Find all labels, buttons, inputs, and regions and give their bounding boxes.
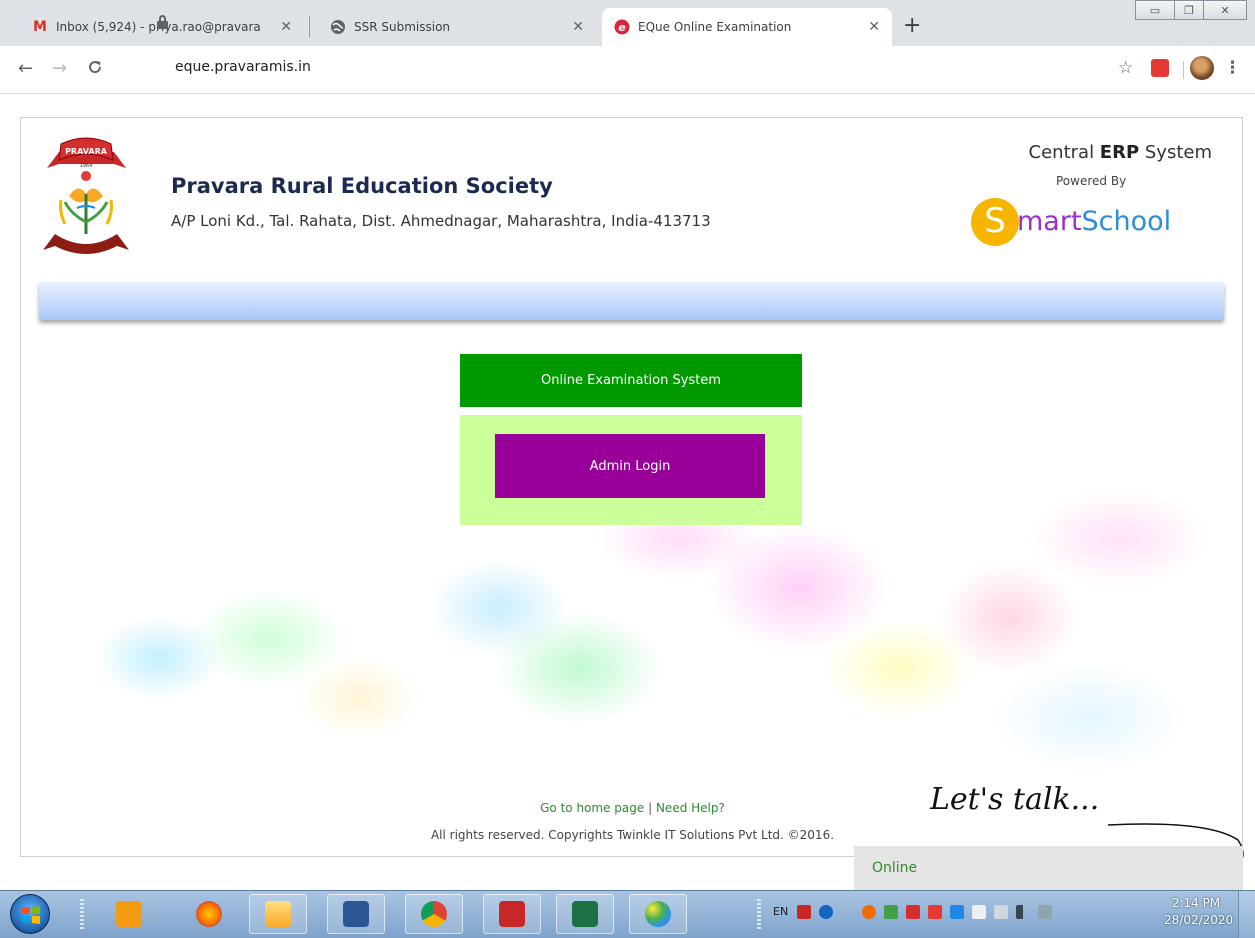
restore-window-icon[interactable]: ❐ (1174, 0, 1204, 20)
pravara-logo: PRAVARA 1964 (39, 134, 134, 256)
organization-name: Pravara Rural Education Society (171, 174, 553, 198)
media-player-taskbar-icon[interactable] (100, 894, 158, 934)
erp-prefix: Central (1028, 142, 1100, 163)
online-examination-system-header: Online Examination System (460, 354, 802, 407)
browser-tabstrip: M Inbox (5,924) - priya.rao@pravara ✕ SS… (0, 0, 1255, 46)
tab-eque-online-examination[interactable]: e EQue Online Examination ✕ (602, 8, 892, 46)
checkmark-tray-icon[interactable] (884, 905, 898, 919)
minimize-window-icon[interactable]: ▭ (1135, 0, 1175, 20)
signal-tray-icon[interactable] (1016, 905, 1030, 919)
tab-separator (309, 16, 310, 38)
reload-icon[interactable] (86, 58, 104, 82)
menu-kebab-icon[interactable]: ⋮ (1224, 58, 1241, 78)
antivirus-tray-icon[interactable] (928, 905, 942, 919)
show-desktop-button[interactable] (1238, 891, 1255, 938)
tab-ssr-submission[interactable]: SSR Submission ✕ (318, 8, 596, 46)
word-taskbar-icon[interactable] (327, 894, 385, 934)
tray-grip (757, 899, 761, 931)
globe-icon (330, 19, 346, 35)
smartschool-logo-text: martSchool (1017, 206, 1171, 237)
start-button-icon[interactable] (10, 894, 50, 934)
admin-login-button[interactable]: Admin Login (495, 434, 765, 498)
chat-status-text: Online (872, 860, 918, 876)
windows-taskbar: EN 2:14 PM 28/02/2020 (0, 890, 1255, 938)
taskbar-clock[interactable]: 2:14 PM 28/02/2020 (1164, 895, 1234, 929)
chat-status-bar[interactable]: Online (854, 846, 1243, 890)
chrome-taskbar-icon[interactable] (405, 894, 463, 934)
clock-date: 28/02/2020 (1164, 913, 1234, 927)
close-window-icon[interactable]: ✕ (1203, 0, 1247, 20)
footer-separator: | (648, 801, 653, 815)
smartschool-logo-s: S (971, 198, 1019, 246)
explorer-taskbar-icon[interactable] (249, 894, 307, 934)
paint-taskbar-icon[interactable] (629, 894, 687, 934)
logo-ribbon-text: PRAVARA (65, 147, 108, 156)
tab-title: SSR Submission (354, 20, 451, 34)
excel-taskbar-icon[interactable] (556, 894, 614, 934)
page-container: PRAVARA 1964 Pravara Rural Education Soc… (20, 117, 1243, 857)
lock-icon (157, 15, 168, 29)
back-arrow-icon[interactable]: ← (18, 58, 33, 80)
close-tab-icon[interactable]: ✕ (280, 19, 292, 35)
close-tab-icon[interactable]: ✕ (868, 19, 880, 35)
brand-school: School (1081, 206, 1172, 237)
forward-arrow-icon[interactable]: → (52, 58, 67, 80)
security-shield-tray-icon[interactable] (906, 905, 920, 919)
extension-icon[interactable] (1151, 59, 1169, 77)
help-tray-icon[interactable] (819, 905, 833, 919)
svg-text:e: e (618, 21, 626, 34)
url-text[interactable]: eque.pravaramis.in (175, 59, 311, 75)
gmail-icon: M (33, 19, 47, 35)
language-indicator[interactable]: EN (773, 905, 788, 918)
toolbar-divider (1183, 61, 1184, 79)
volume-muted-tray-icon[interactable] (1038, 905, 1052, 919)
watercolor-background (39, 338, 1229, 838)
new-tab-button[interactable]: + (903, 14, 921, 38)
close-tab-icon[interactable]: ✕ (572, 19, 584, 35)
network-sharing-tray-icon[interactable] (950, 905, 964, 919)
erp-bold: ERP (1099, 142, 1140, 163)
erp-suffix: System (1139, 142, 1212, 163)
powered-by-label: Powered By (1056, 174, 1127, 188)
home-page-link[interactable]: Go to home page (540, 801, 644, 815)
login-panel: Admin Login (460, 415, 802, 525)
remote-desktop-taskbar-icon[interactable] (483, 894, 541, 934)
firefox-taskbar-icon[interactable] (180, 894, 238, 934)
clock-time: 2:14 PM (1171, 896, 1221, 910)
update-tray-icon[interactable] (862, 905, 876, 919)
acrobat-tray-icon[interactable] (797, 905, 811, 919)
eque-icon: e (614, 19, 630, 35)
usb-device-tray-icon[interactable] (994, 905, 1008, 919)
erp-system-title: Central ERP System (1029, 142, 1212, 163)
flag-tray-icon[interactable] (972, 905, 986, 919)
tab-title: EQue Online Examination (638, 20, 792, 34)
taskbar-grip (80, 899, 84, 931)
nav-bar (39, 282, 1224, 320)
profile-avatar[interactable] (1190, 56, 1214, 80)
need-help-link[interactable]: Need Help? (656, 801, 725, 815)
bookmark-star-icon[interactable]: ☆ (1118, 58, 1133, 78)
logo-year-text: 1964 (80, 163, 93, 169)
brand-mart: mart (1017, 206, 1082, 237)
organization-address: A/P Loni Kd., Tal. Rahata, Dist. Ahmedna… (171, 212, 711, 230)
